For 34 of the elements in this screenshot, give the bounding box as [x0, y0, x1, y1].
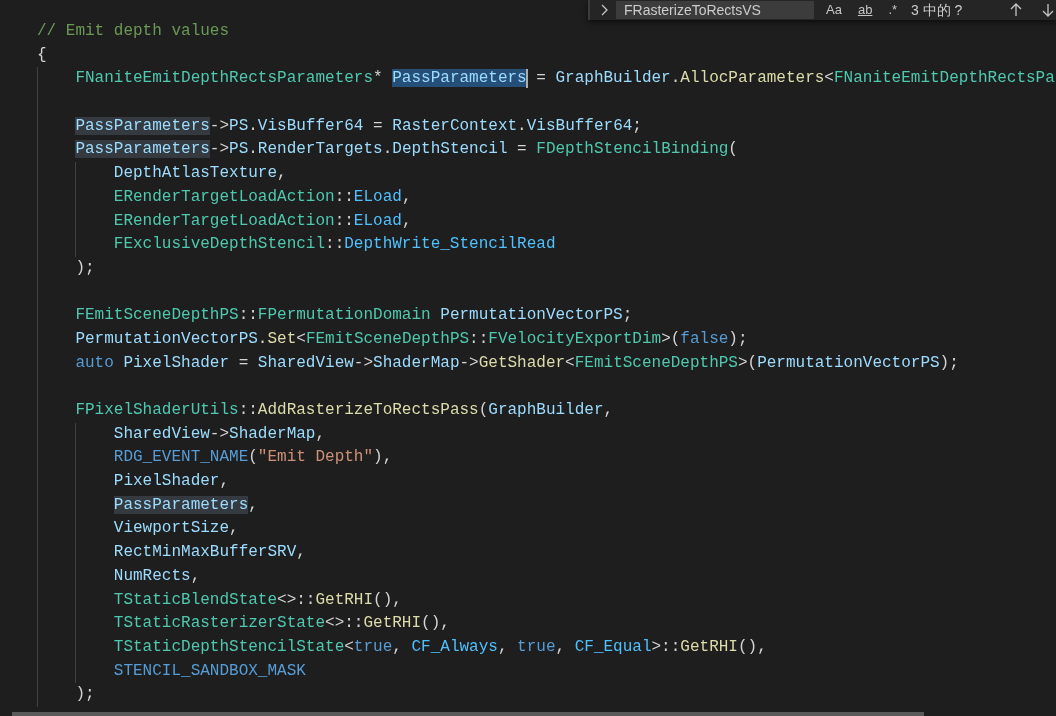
- toggle-button[interactable]: Aa: [822, 1, 846, 19]
- code-line: NumRects,: [112, 566, 201, 585]
- code-line: RectMinMaxBufferSRV,: [112, 543, 306, 562]
- toggle-button[interactable]: ab: [853, 1, 877, 19]
- code-line: PixelShader,: [112, 472, 230, 491]
- up-arrow-icon[interactable]: [1010, 3, 1023, 17]
- match-count: 3 中的 ?: [911, 1, 963, 19]
- code-line: TStaticRasterizerState<>::GetRHI(),: [112, 614, 450, 633]
- code-line: PermutationVectorPS.Set<FEmitSceneDepthPS::FVelocityExportDim>(false);: [74, 329, 748, 348]
- code-line: // Emit depth values: [37, 22, 230, 40]
- code-line: DepthAtlasTexture,: [112, 164, 287, 183]
- code-line: FPixelShaderUtils::AddRasterizeToRectsPass(GraphBuilder,: [74, 401, 614, 419]
- code-line: TStaticBlendState<>::GetRHI(),: [112, 590, 402, 609]
- code-line: auto PixelShader = SharedView->ShaderMap->GetShader<FEmitSceneDepthPS>(PermutationVectorPS);: [74, 353, 959, 372]
- code-line: STENCIL_SANDBOX_MASK: [112, 661, 306, 680]
- code-line: {: [37, 45, 47, 64]
- search-field[interactable]: FRasterizeToRectsVS: [616, 1, 814, 19]
- code-line: RDG_EVENT_NAME("Emit Depth"),: [112, 448, 393, 467]
- code-line: FExclusiveDepthStencil::DepthWrite_StencilRead: [112, 235, 556, 254]
- code-line: FNaniteEmitDepthRectsParameters* PassParameters = GraphBuilder.AllocParameters<FNaniteEmitDepthRectsPa: [74, 69, 1055, 88]
- code-line: TStaticDepthStencilState<true, CF_Always, true, CF_Equal>::GetRHI(),: [112, 637, 767, 656]
- code-line: ERenderTargetLoadAction::ELoad,: [112, 187, 412, 206]
- code-line: ERenderTargetLoadAction::ELoad,: [112, 211, 412, 230]
- code-line: );: [74, 685, 95, 704]
- code-line: FEmitSceneDepthPS::FPermutationDomain PermutationVectorPS;: [74, 306, 633, 325]
- down-arrow-icon[interactable]: [1042, 3, 1055, 17]
- toggle-button[interactable]: .*: [884, 1, 902, 19]
- code-line: );: [74, 258, 95, 277]
- code-line: ViewportSize,: [112, 519, 239, 538]
- code-line: PassParameters->PS.RenderTargets.DepthStencil = FDepthStencilBinding(: [74, 140, 738, 159]
- code-line: SharedView->ShaderMap,: [112, 424, 326, 443]
- code-line: PassParameters->PS.VisBuffer64 = RasterContext.VisBuffer64;: [74, 116, 642, 135]
- chevron-icon[interactable]: [600, 4, 608, 16]
- scrollbar-thumb[interactable]: [12, 712, 924, 716]
